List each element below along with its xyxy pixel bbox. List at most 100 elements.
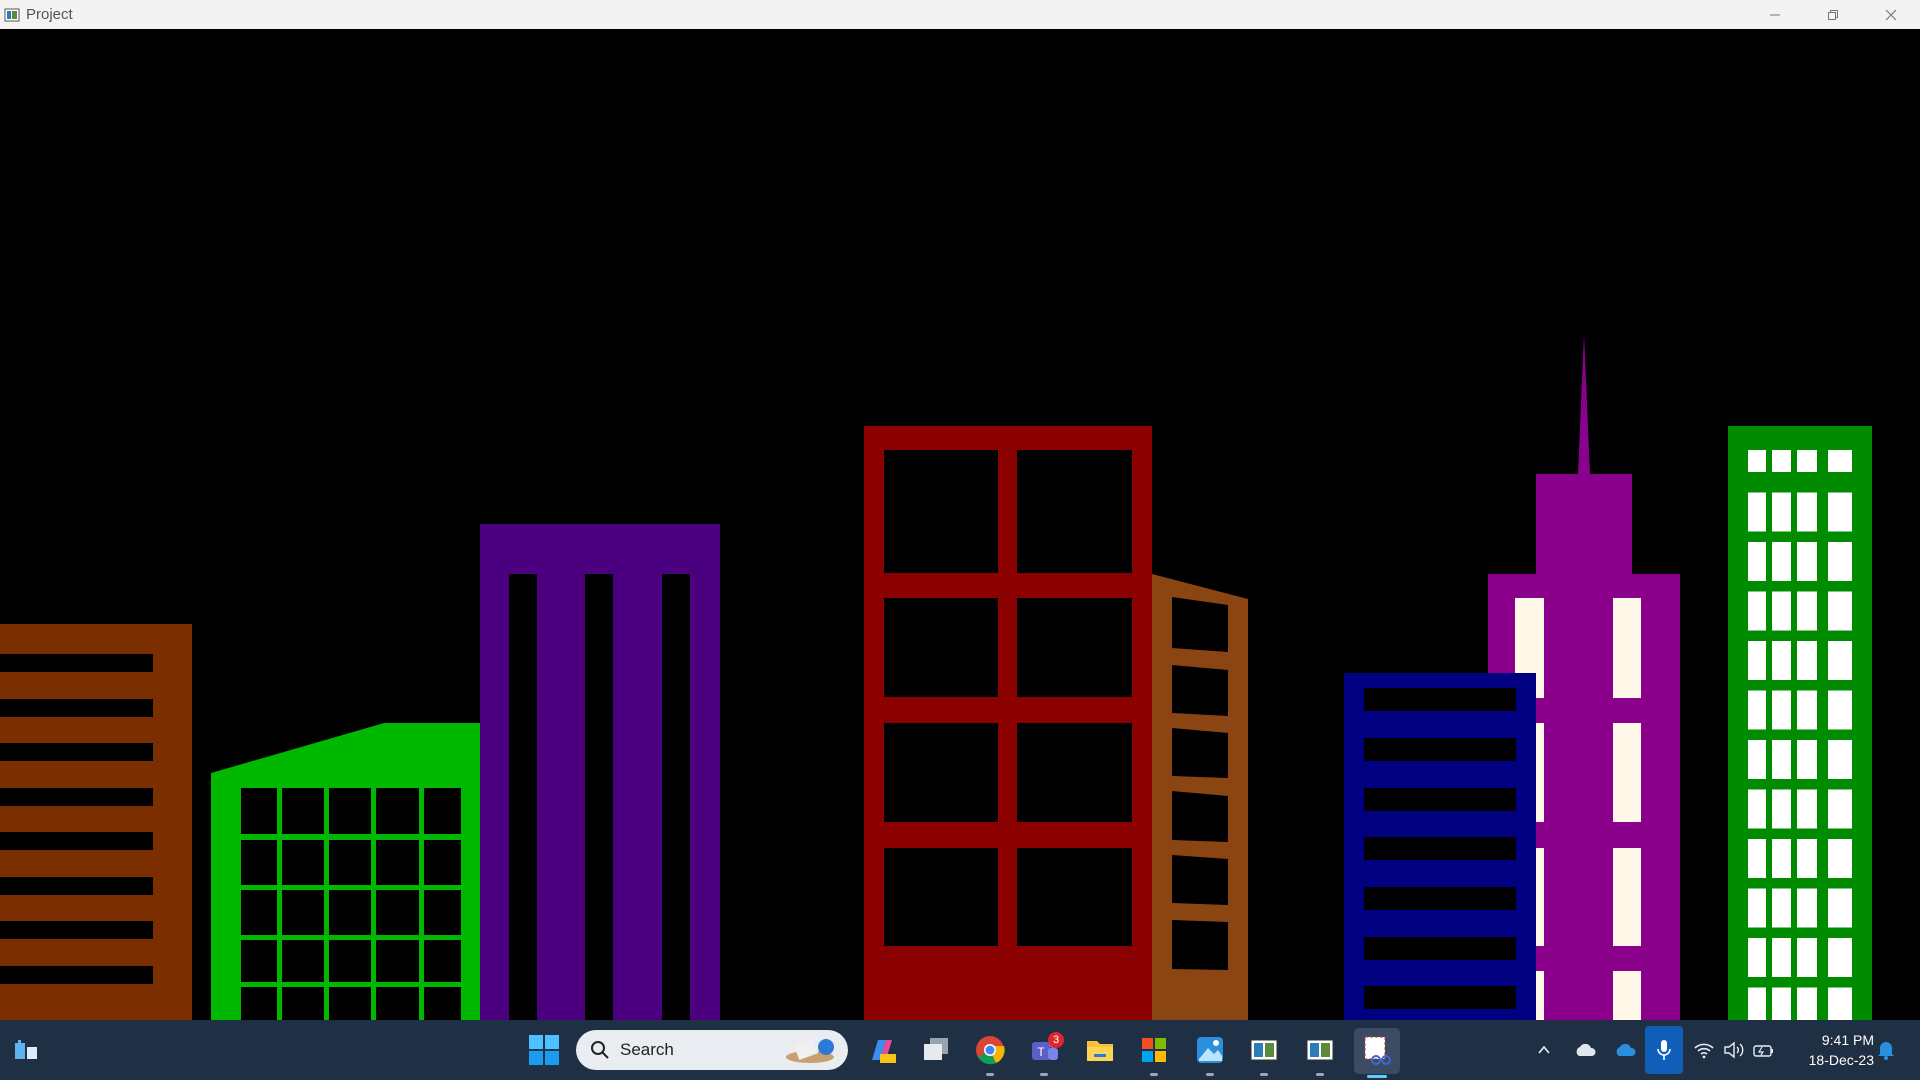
search-highlight-icon <box>786 1038 834 1063</box>
window-pane <box>1748 591 1766 631</box>
window-pane <box>1772 987 1791 1020</box>
task-view-icon <box>924 1038 948 1060</box>
window-pane <box>1828 839 1852 878</box>
widgets-button[interactable] <box>6 1020 46 1080</box>
window-pane <box>1772 839 1791 878</box>
window-pane <box>1797 542 1817 581</box>
project-2-running-indicator <box>1316 1073 1324 1076</box>
window-pane <box>1772 789 1791 829</box>
cloud-button[interactable] <box>1570 1020 1600 1080</box>
window-pane <box>1748 641 1766 680</box>
start-icon <box>529 1035 559 1065</box>
window-pane <box>1748 938 1766 977</box>
window-pane <box>1772 591 1791 631</box>
teams-running-indicator <box>1040 1073 1048 1076</box>
wifi-icon <box>1694 1043 1714 1059</box>
window-pane <box>1797 740 1817 779</box>
cityscape-drawing <box>0 333 1872 1020</box>
chrome-button[interactable] <box>966 1020 1014 1080</box>
project-running-indicator <box>1260 1073 1268 1076</box>
photos-button[interactable] <box>1186 1020 1234 1080</box>
building-red-tower <box>864 426 1152 1020</box>
project-window-icon <box>1250 1039 1278 1061</box>
window-pane <box>1828 690 1852 730</box>
clock-date: 18-Dec-23 <box>1808 1052 1874 1068</box>
teams-button[interactable]: T 3 <box>1020 1020 1068 1080</box>
window-pane <box>1797 987 1817 1020</box>
project-window-button[interactable] <box>1240 1020 1288 1080</box>
minimize-button[interactable] <box>1746 0 1804 29</box>
file-explorer-icon <box>1087 1041 1113 1061</box>
network-button[interactable] <box>1690 1020 1718 1080</box>
snipping-tool-button[interactable] <box>1354 1028 1400 1078</box>
photos-running-indicator <box>1206 1073 1214 1076</box>
volume-icon <box>1724 1041 1744 1059</box>
window-pane <box>1828 888 1852 928</box>
file-explorer-button[interactable] <box>1076 1020 1124 1080</box>
app-icon <box>4 8 20 21</box>
window-pane <box>1772 938 1791 977</box>
widgets-icon <box>15 1040 37 1059</box>
notification-button[interactable] <box>1872 1020 1900 1080</box>
window-pane <box>1797 641 1817 680</box>
window-pane <box>1828 641 1852 680</box>
window-pane <box>1797 690 1817 730</box>
window-pane <box>1797 450 1817 472</box>
chevron-up-icon <box>1538 1045 1550 1054</box>
building-orange-side <box>1152 574 1248 1020</box>
window-pane <box>1748 987 1766 1020</box>
window-pane <box>1772 888 1791 928</box>
building-brown-left <box>0 624 192 1020</box>
window-pane <box>1748 450 1766 472</box>
search-box[interactable]: Search <box>576 1030 848 1070</box>
window-pane <box>1797 888 1817 928</box>
onedrive-button[interactable] <box>1610 1020 1640 1080</box>
chrome-icon <box>976 1036 1005 1065</box>
window-pane <box>1828 987 1852 1020</box>
window-pane <box>1828 740 1852 779</box>
volume-button[interactable] <box>1720 1020 1748 1080</box>
project-window-2-icon <box>1306 1039 1334 1061</box>
microphone-button[interactable] <box>1645 1026 1683 1074</box>
window-pane <box>1772 690 1791 730</box>
drawing-canvas <box>0 29 1920 1020</box>
store-button[interactable] <box>1130 1020 1178 1080</box>
battery-button[interactable] <box>1750 1020 1778 1080</box>
microphone-icon <box>1657 1040 1671 1060</box>
close-icon <box>1885 9 1897 20</box>
store-running-indicator <box>1150 1073 1158 1076</box>
window-pane <box>1828 450 1852 472</box>
copilot-button[interactable] <box>858 1020 906 1080</box>
title-bar: Project <box>0 0 1920 29</box>
window-pane <box>1797 492 1817 532</box>
window-pane <box>1772 492 1791 532</box>
taskbar: Search T 3 9:41 PM 18-Dec-23 <box>0 1020 1920 1080</box>
window-pane <box>1772 641 1791 680</box>
project-window-2-button[interactable] <box>1296 1020 1344 1080</box>
photos-icon <box>1197 1037 1223 1063</box>
clock[interactable]: 9:41 PM 18-Dec-23 <box>1809 1030 1874 1070</box>
window-pane <box>1772 740 1791 779</box>
task-view-button[interactable] <box>912 1020 960 1080</box>
restore-icon <box>1828 9 1838 20</box>
window-pane <box>1828 938 1852 977</box>
window-pane <box>1828 542 1852 581</box>
notification-icon <box>1878 1042 1894 1060</box>
copilot-icon <box>872 1040 896 1063</box>
snipping-active-indicator <box>1367 1075 1387 1078</box>
start-button[interactable] <box>520 1020 568 1080</box>
teams-badge: 3 <box>1048 1032 1064 1048</box>
close-button[interactable] <box>1862 0 1920 29</box>
window-pane <box>1748 839 1766 878</box>
svg-text:T: T <box>1037 1045 1045 1059</box>
building-green-tall <box>1728 426 1872 1020</box>
window-pane <box>1748 690 1766 730</box>
show-hidden-icons-button[interactable] <box>1530 1020 1558 1080</box>
window-title: Project <box>26 6 73 23</box>
window-pane <box>1797 839 1817 878</box>
window-pane <box>1828 591 1852 631</box>
chrome-running-indicator <box>986 1073 994 1076</box>
restore-button[interactable] <box>1804 0 1862 29</box>
window-pane <box>1748 542 1766 581</box>
clock-time: 9:41 PM <box>1821 1032 1874 1048</box>
